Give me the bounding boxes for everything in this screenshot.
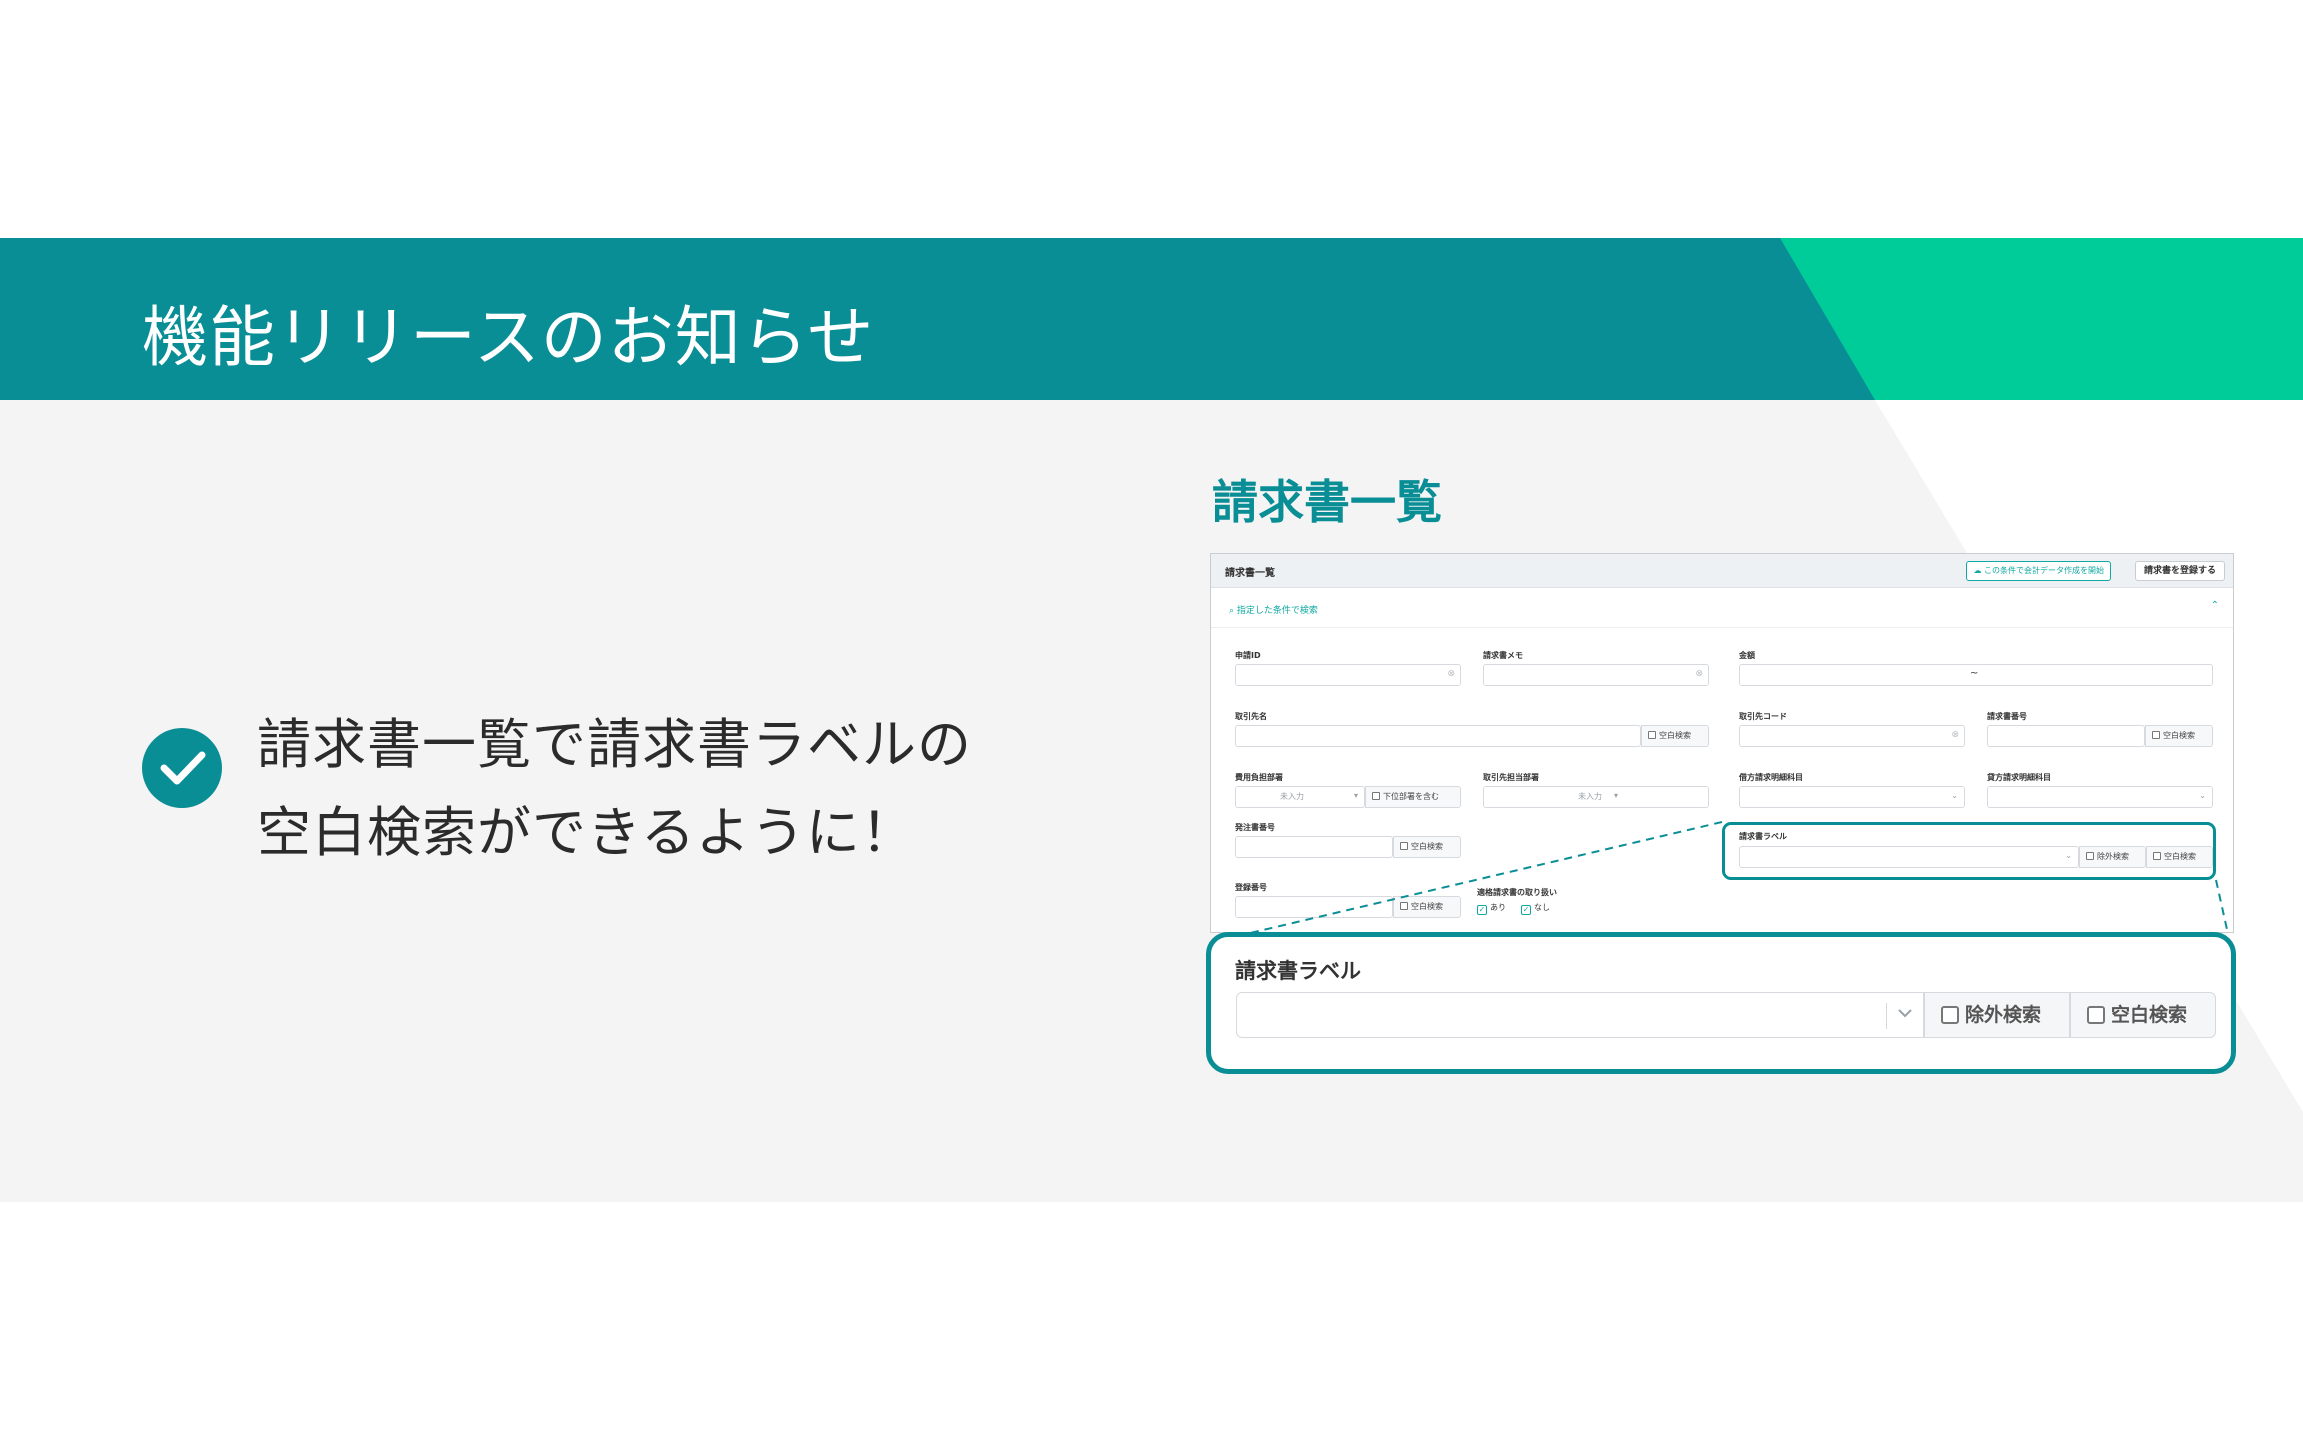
chevron-down-icon[interactable] bbox=[1897, 1005, 1913, 1021]
chevron-down-icon: ⌄ bbox=[1951, 791, 1958, 800]
field-label-invoice-number: 請求書番号 bbox=[1987, 712, 2027, 721]
invoice-label-highlight bbox=[1722, 822, 2216, 880]
field-label-memo: 請求書メモ bbox=[1483, 651, 1523, 660]
qualified-yes-check[interactable]: ✓ あり bbox=[1477, 902, 1506, 915]
caret-down-icon: ▾ bbox=[1353, 791, 1358, 800]
debit-account-select[interactable]: ⌄ bbox=[1739, 786, 1965, 808]
zoom-blank-search-check[interactable]: 空白検索 bbox=[2070, 992, 2216, 1038]
screenshot-heading: 請求書一覧 bbox=[1212, 475, 1442, 529]
field-label-credit-account: 貸方請求明細科目 bbox=[1987, 773, 2051, 782]
topbar-title: 請求書一覧 bbox=[1225, 568, 1275, 579]
check-icon: ✓ bbox=[1521, 905, 1531, 915]
amount-range-input[interactable]: ~ bbox=[1739, 664, 2213, 686]
export-button-label: この条件で会計データ作成を開始 bbox=[1984, 566, 2104, 575]
clear-icon[interactable]: ⊗ bbox=[1695, 669, 1703, 679]
message-line-2: 空白検索ができるように！ bbox=[257, 801, 916, 864]
blank-search-label: 空白検索 bbox=[1659, 731, 1691, 740]
slide: 機能リリースのお知らせ 請求書一覧で請求書ラベルの 空白検索ができるように！ 請… bbox=[0, 0, 2303, 1440]
credit-account-select[interactable]: ⌄ bbox=[1987, 786, 2213, 808]
option-yes-label: あり bbox=[1490, 903, 1506, 912]
invoice-number-blank-check[interactable]: 空白検索 bbox=[2145, 725, 2213, 747]
register-invoice-button[interactable]: 請求書を登録する bbox=[2134, 561, 2225, 581]
field-label-amount: 金額 bbox=[1739, 651, 1755, 660]
search-icon: ⌕ bbox=[1229, 606, 1237, 616]
field-label-application-id: 申請ID bbox=[1235, 651, 1261, 660]
zoom-exclude-label: 除外検索 bbox=[1965, 1004, 2042, 1026]
checkbox-icon bbox=[2087, 1006, 2105, 1024]
po-number-input[interactable] bbox=[1235, 836, 1393, 858]
zoom-invoice-label-select[interactable] bbox=[1236, 992, 1924, 1038]
application-id-input[interactable]: ⊗ bbox=[1235, 664, 1461, 686]
checkbox-icon bbox=[1941, 1006, 1959, 1024]
cost-dept-select[interactable]: 未入力 ▾ bbox=[1235, 786, 1365, 808]
cloud-icon: ☁ bbox=[1973, 566, 1984, 575]
qualified-no-check[interactable]: ✓ なし bbox=[1521, 902, 1550, 915]
field-label-qualified-invoice: 適格請求書の取り扱い bbox=[1477, 888, 1557, 897]
header-title: 機能リリースのお知らせ bbox=[142, 299, 875, 376]
unselected-placeholder: 未入力 bbox=[1578, 792, 1602, 801]
check-circle-icon bbox=[142, 728, 222, 808]
option-no-label: なし bbox=[1534, 903, 1550, 912]
check-icon: ✓ bbox=[1477, 905, 1487, 915]
registration-number-blank-check[interactable]: 空白検索 bbox=[1393, 896, 1461, 918]
partner-code-input[interactable]: ⊗ bbox=[1739, 725, 1965, 747]
invoice-number-input[interactable] bbox=[1987, 725, 2145, 747]
filter-toggle-label: 指定した条件で検索 bbox=[1236, 606, 1318, 616]
field-label-debit-account: 借方請求明細科目 bbox=[1739, 773, 1803, 782]
field-label-po-number: 発注書番号 bbox=[1235, 823, 1275, 832]
blank-search-label: 空白検索 bbox=[1411, 902, 1443, 911]
field-label-partner-dept: 取引先担当部署 bbox=[1483, 773, 1539, 782]
chevron-down-icon: ⌄ bbox=[2199, 791, 2206, 800]
po-number-blank-check[interactable]: 空白検索 bbox=[1393, 836, 1461, 858]
partner-dept-select[interactable]: 未入力 ▾ bbox=[1483, 786, 1709, 808]
field-label-partner-name: 取引先名 bbox=[1235, 712, 1267, 721]
zoom-blank-label: 空白検索 bbox=[2111, 1004, 2188, 1026]
filter-bar[interactable]: ⌕ 指定した条件で検索 ⌃ bbox=[1211, 588, 2233, 628]
message-line-1: 請求書一覧で請求書ラベルの bbox=[257, 713, 972, 776]
range-tilde: ~ bbox=[1970, 668, 1979, 679]
partner-name-input[interactable] bbox=[1235, 725, 1641, 747]
partner-name-blank-check[interactable]: 空白検索 bbox=[1641, 725, 1709, 747]
topbar: 請求書一覧 ☁ この条件で会計データ作成を開始 請求書を登録する bbox=[1211, 554, 2233, 588]
unselected-placeholder: 未入力 bbox=[1280, 792, 1304, 801]
registration-number-input[interactable] bbox=[1235, 896, 1393, 918]
include-sub-dept-check[interactable]: 下位部署を含む bbox=[1365, 786, 1461, 808]
filter-toggle[interactable]: ⌕ 指定した条件で検索 bbox=[1229, 603, 1318, 616]
memo-input[interactable]: ⊗ bbox=[1483, 664, 1709, 686]
clear-icon[interactable]: ⊗ bbox=[1447, 669, 1455, 679]
chevron-up-icon[interactable]: ⌃ bbox=[2211, 600, 2219, 611]
field-label-partner-code: 取引先コード bbox=[1739, 712, 1787, 721]
include-sub-dept-label: 下位部署を含む bbox=[1383, 792, 1439, 801]
zoom-callout: 請求書ラベル 除外検索 空白検索 bbox=[1206, 932, 2236, 1074]
clear-icon[interactable]: ⊗ bbox=[1951, 730, 1959, 740]
export-button[interactable]: ☁ この条件で会計データ作成を開始 bbox=[1966, 561, 2111, 581]
field-label-cost-dept: 費用負担部署 bbox=[1235, 773, 1283, 782]
blank-search-label: 空白検索 bbox=[1411, 842, 1443, 851]
select-divider bbox=[1886, 1003, 1887, 1029]
caret-down-icon: ▾ bbox=[1613, 791, 1618, 800]
field-label-registration-number: 登録番号 bbox=[1235, 883, 1267, 892]
zoom-field-label: 請求書ラベル bbox=[1235, 959, 1361, 983]
zoom-exclude-search-check[interactable]: 除外検索 bbox=[1924, 992, 2070, 1038]
blank-search-label: 空白検索 bbox=[2163, 731, 2195, 740]
